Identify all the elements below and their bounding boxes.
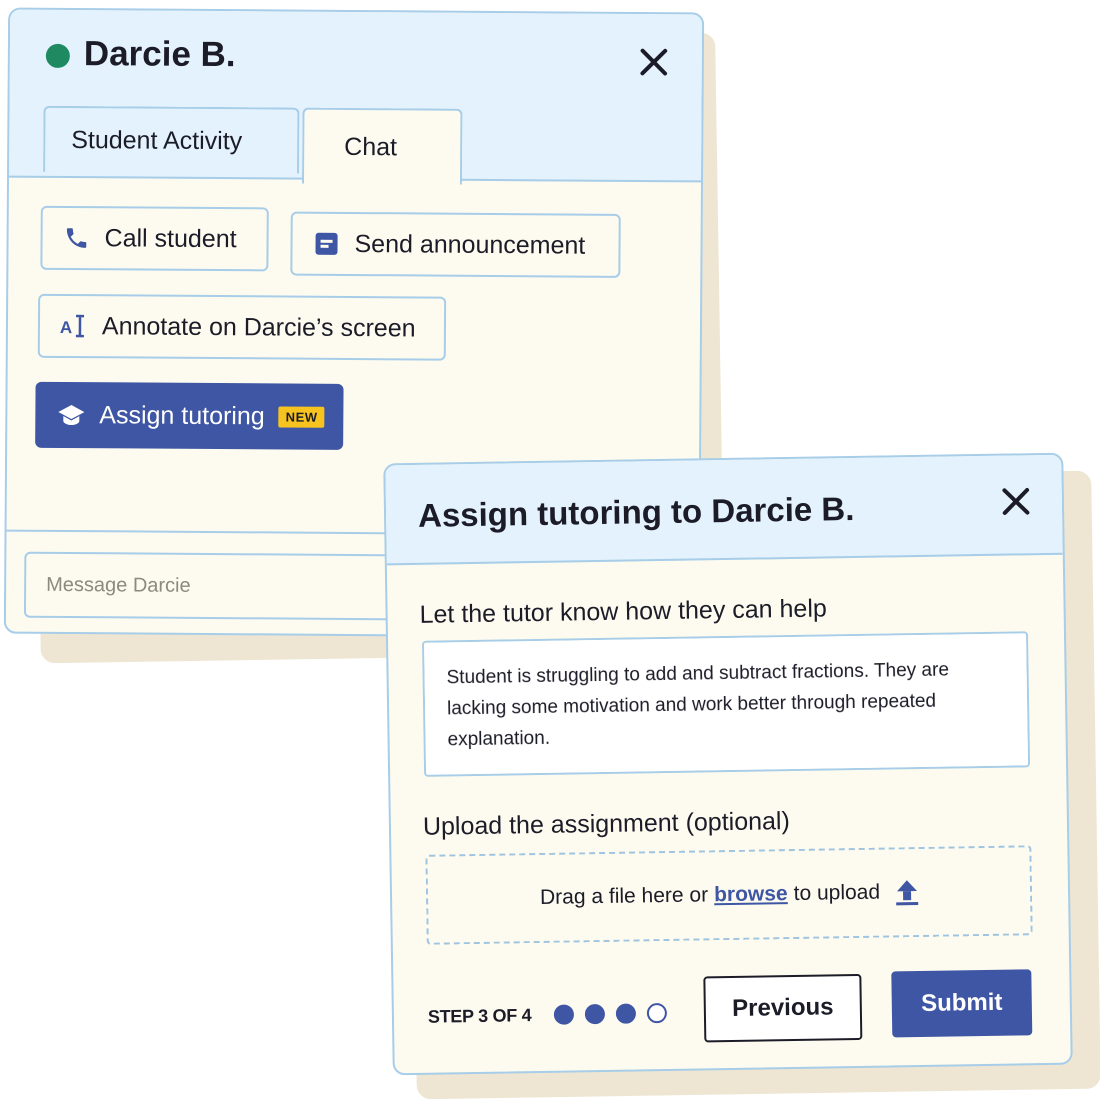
annotate-screen-label: Annotate on Darcie’s screen xyxy=(101,311,416,342)
browse-link[interactable]: browse xyxy=(714,882,788,907)
step-indicator-label: STEP 3 OF 4 xyxy=(427,1005,532,1027)
step-dot-complete xyxy=(615,1003,637,1024)
assign-tutoring-label: Assign tutoring xyxy=(99,400,265,430)
assign-tutoring-button[interactable]: Assign tutoring NEW xyxy=(35,381,344,450)
help-label: Let the tutor know how they can help xyxy=(419,594,827,629)
close-icon[interactable] xyxy=(1000,485,1032,517)
step-dot-complete xyxy=(584,1003,606,1025)
annotate-screen-button[interactable]: A Annotate on Darcie’s screen xyxy=(37,293,447,361)
upload-icon xyxy=(896,879,919,905)
step-dot-complete xyxy=(553,1004,575,1025)
call-student-button[interactable]: Call student xyxy=(40,205,269,272)
chat-panel-header: Darcie B. Student Activity Chat xyxy=(9,9,703,185)
assign-tutoring-modal: Assign tutoring to Darcie B. Let the tut… xyxy=(383,452,1073,1076)
tutor-note-textarea[interactable]: Student is struggling to add and subtrac… xyxy=(422,631,1031,777)
tab-student-activity[interactable]: Student Activity xyxy=(43,105,300,174)
previous-button[interactable]: Previous xyxy=(703,973,863,1043)
call-student-label: Call student xyxy=(104,223,237,253)
tab-student-activity-label: Student Activity xyxy=(71,125,243,155)
tab-chat[interactable]: Chat xyxy=(301,107,463,185)
student-name: Darcie B. xyxy=(83,34,236,75)
step-dot-incomplete xyxy=(646,1002,668,1024)
file-dropzone[interactable]: Drag a file here or browse to upload xyxy=(425,845,1033,945)
dropzone-text-after: to upload xyxy=(793,880,881,905)
dropzone-text: Drag a file here or xyxy=(539,883,709,909)
modal-header: Assign tutoring to Darcie B. xyxy=(385,454,1063,566)
announcement-icon xyxy=(312,230,340,258)
online-status-dot xyxy=(45,43,70,69)
phone-icon xyxy=(62,224,90,252)
send-announcement-button[interactable]: Send announcement xyxy=(290,211,621,278)
graduation-cap-icon xyxy=(57,401,85,429)
new-badge: NEW xyxy=(278,405,325,428)
modal-footer: STEP 3 OF 4 Previous Submit xyxy=(427,965,1048,1055)
submit-button[interactable]: Submit xyxy=(891,969,1033,1038)
tab-chat-label: Chat xyxy=(344,132,398,161)
close-icon[interactable] xyxy=(638,46,670,78)
send-announcement-label: Send announcement xyxy=(354,229,586,260)
upload-label: Upload the assignment (optional) xyxy=(422,807,791,841)
annotate-icon: A xyxy=(60,312,88,340)
svg-text:A: A xyxy=(60,318,72,337)
modal-title: Assign tutoring to Darcie B. xyxy=(417,489,855,534)
step-progress-dots xyxy=(553,1002,668,1025)
